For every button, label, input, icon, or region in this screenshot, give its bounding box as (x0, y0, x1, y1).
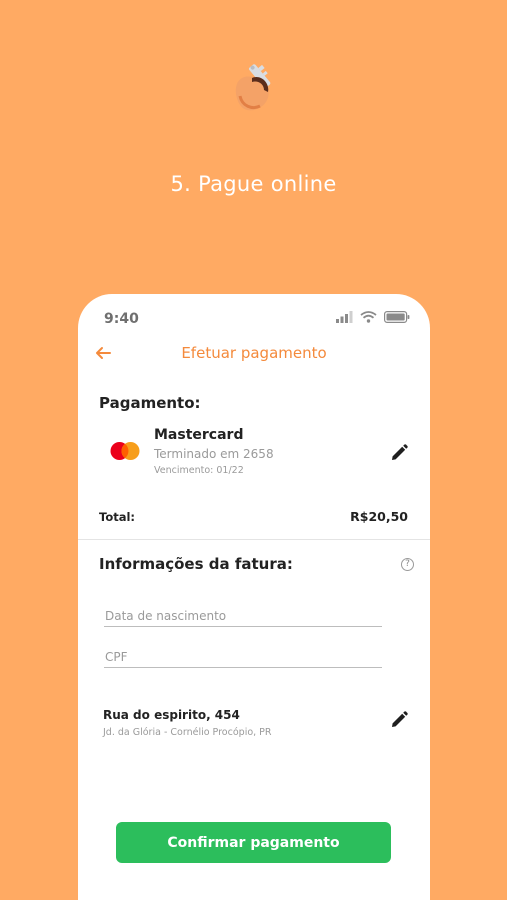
address-street: Rua do espirito, 454 (103, 708, 240, 722)
address-city: Jd. da Glória - Cornélio Procópio, PR (103, 727, 272, 738)
cpf-field[interactable] (104, 646, 382, 668)
key-in-lock-icon (235, 64, 271, 111)
section-divider (78, 539, 430, 540)
status-icons (336, 311, 410, 323)
status-time: 9:40 (104, 311, 139, 327)
total-value: R$20,50 (350, 509, 408, 524)
signal-icon (336, 311, 353, 323)
card-brand: Mastercard (154, 427, 244, 443)
edit-address-pencil-icon[interactable] (389, 710, 409, 730)
payment-heading: Pagamento: (99, 394, 201, 412)
card-expiry: Vencimento: 01/22 (154, 465, 244, 476)
help-icon[interactable]: ? (401, 558, 414, 571)
wifi-icon (360, 311, 377, 323)
total-label: Total: (99, 510, 136, 524)
birthdate-field[interactable] (104, 605, 382, 627)
phone-mockup: 9:40 Efetuar pagamento Pagamento: Master… (78, 294, 430, 900)
battery-icon (384, 311, 410, 323)
card-ending: Terminado em 2658 (154, 447, 274, 461)
step-title: 5. Pague online (170, 172, 337, 196)
invoice-heading: Informações da fatura: (99, 555, 293, 573)
edit-card-pencil-icon[interactable] (389, 443, 409, 463)
page-title: Efetuar pagamento (181, 344, 327, 362)
confirm-payment-button[interactable]: Confirmar pagamento (116, 822, 391, 863)
mastercard-logo-icon (110, 442, 140, 460)
